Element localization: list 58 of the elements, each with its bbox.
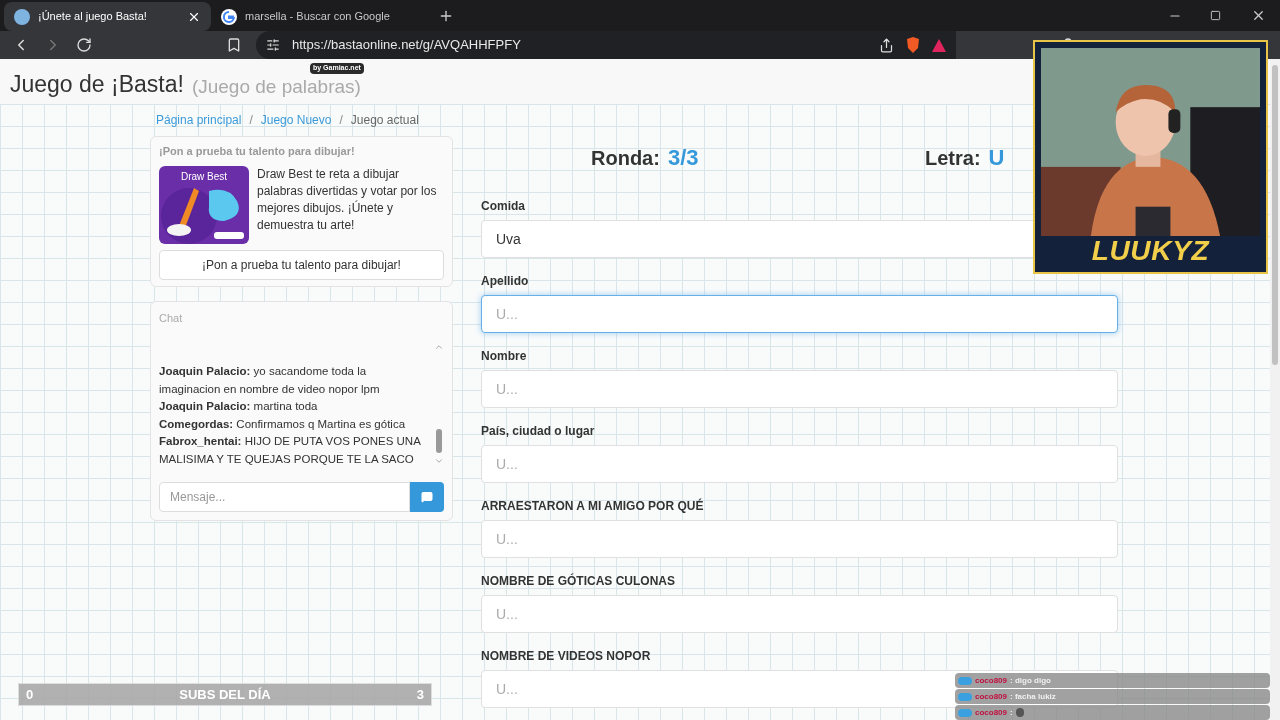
promo-description: Draw Best te reta a dibujar palabras divertidas y votar por los mejores dibujos. ¡Únete y demuestra tu arte! [257, 165, 438, 234]
chat-message: Comegordas: Confirmamos q Martina es gótica [159, 416, 407, 432]
site-icon [14, 8, 30, 25]
badge-icon [958, 708, 972, 717]
address-bar[interactable]: https://bastaonline.net/g/AVQAHHFPFY [256, 31, 956, 59]
emote-icon [1015, 708, 1024, 717]
shield-icon[interactable] [906, 37, 920, 53]
chat-message: Fabrox_hentai: HIJO DE PUTA VOS PONES UNA MALISIMA Y TE QUEJAS PORQUE TE LA SACO [159, 434, 422, 467]
chat-text: : [1010, 706, 1013, 719]
field-label: NOMBRE DE VIDEOS NOPOR [481, 648, 652, 665]
message-field[interactable]: Mensaje... [159, 482, 410, 512]
breadcrumb-separator: / [339, 112, 343, 129]
round-label: Ronda: [591, 145, 660, 171]
answer-field[interactable]: U... [481, 295, 1118, 333]
google-icon [221, 8, 237, 25]
field-label: Apellido [481, 273, 530, 290]
promo-button[interactable]: ¡Pon a prueba tu talento para dibujar! [159, 249, 444, 280]
badge-icon [958, 692, 972, 701]
field-label: Comida [481, 198, 526, 215]
chat-message: Joaquin Palacio: martina toda [159, 399, 319, 414]
promo-heading: ¡Pon a prueba tu talento para dibujar! [159, 144, 356, 159]
chat-username: coco809 [975, 690, 1008, 703]
subs-start: 0 [26, 685, 34, 704]
subs-goal: 3 [416, 685, 424, 704]
badge-icon [958, 676, 972, 685]
field-label: NOMBRE DE GÓTICAS CULONAS [481, 573, 676, 590]
thumbnail-title: Draw Best [179, 169, 229, 184]
browser-tab[interactable]: marsella - Buscar con Google [211, 2, 418, 31]
chat-bubble-icon [421, 491, 433, 503]
chat-text: : facha lukiz [1010, 690, 1056, 703]
close-window-icon[interactable] [1251, 8, 1266, 23]
letter-label: Letra: [925, 145, 981, 171]
chat-text: : digo digo [1010, 674, 1051, 687]
scroll-thumb[interactable] [436, 429, 442, 453]
maximize-icon[interactable] [1210, 10, 1221, 21]
chat-title: Chat [159, 310, 184, 326]
chat-username: coco809 [975, 706, 1008, 719]
bookmark-icon[interactable] [226, 37, 242, 53]
page-title: Juego de ¡Basta! [10, 73, 184, 96]
chat-username: coco809 [975, 674, 1008, 687]
url-text: https://bastaonline.net/g/AVQAHHFPFY [292, 36, 521, 55]
tab-title: marsella - Buscar con Google [245, 9, 391, 25]
field-label: Nombre [481, 348, 528, 365]
field-label: ARRAESTARON A MI AMIGO POR QUÉ [481, 498, 705, 515]
breadcrumb-current: Juego actual [350, 112, 419, 129]
field-label: País, ciudad o lugar [481, 423, 596, 440]
letter-value: U [988, 143, 1005, 172]
subs-label: SUBS DEL DÍA [179, 685, 271, 704]
browser-tab[interactable]: ¡Únete al juego Basta! [4, 2, 211, 31]
share-icon[interactable] [879, 37, 894, 53]
tab-title: ¡Únete al juego Basta! [38, 9, 148, 25]
breadcrumb-separator: / [249, 112, 253, 129]
send-button[interactable] [410, 482, 444, 512]
page-subtitle: (Juego de palabras) [191, 77, 361, 96]
triangle-icon[interactable] [932, 38, 946, 52]
round-value: 3/3 [667, 143, 699, 172]
site-settings-icon[interactable] [266, 38, 280, 52]
reload-icon[interactable] [76, 37, 92, 53]
